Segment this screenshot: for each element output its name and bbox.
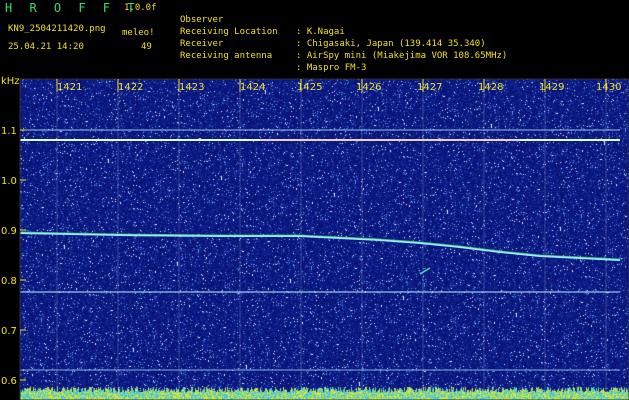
signal-trace xyxy=(19,232,621,261)
plot-layer xyxy=(19,79,621,400)
x-tick-label: 1426 xyxy=(356,82,381,93)
x-tick-label: 1423 xyxy=(179,82,204,93)
x-tick-label: 1427 xyxy=(417,82,442,93)
meteor-echo xyxy=(419,267,431,275)
x-tick-label: 1428 xyxy=(478,82,503,93)
y-axis-ticks xyxy=(20,129,26,381)
y-tick-label: 0.6 xyxy=(1,376,17,387)
x-tick-label: 1429 xyxy=(539,82,564,93)
spectrogram-plot: kHz 1.1 1.0 0.9 0.8 0.7 0.6 1421 1422 14… xyxy=(1,76,629,400)
y-tick-label: 1.1 xyxy=(1,126,17,137)
y-tick-label: 0.7 xyxy=(1,326,17,337)
x-tick-label: 1424 xyxy=(240,82,265,93)
x-tick-label: 1422 xyxy=(118,82,143,93)
y-tick-label: 0.9 xyxy=(1,226,17,237)
y-axis-unit: kHz xyxy=(1,76,20,87)
x-tick-label: 1430 xyxy=(596,82,621,93)
plot-frame xyxy=(19,78,629,400)
y-axis: 1.1 1.0 0.9 0.8 0.7 0.6 xyxy=(1,126,17,387)
hroft-window: H R O F F T 1.0.0f KN9_2504211420.png 25… xyxy=(0,0,629,400)
y-tick-label: 0.8 xyxy=(1,276,17,287)
x-tick-label: 1421 xyxy=(57,82,82,93)
y-tick-label: 1.0 xyxy=(1,176,17,187)
x-axis: 1421 1422 1423 1424 1425 1426 1427 1428 … xyxy=(57,82,621,93)
